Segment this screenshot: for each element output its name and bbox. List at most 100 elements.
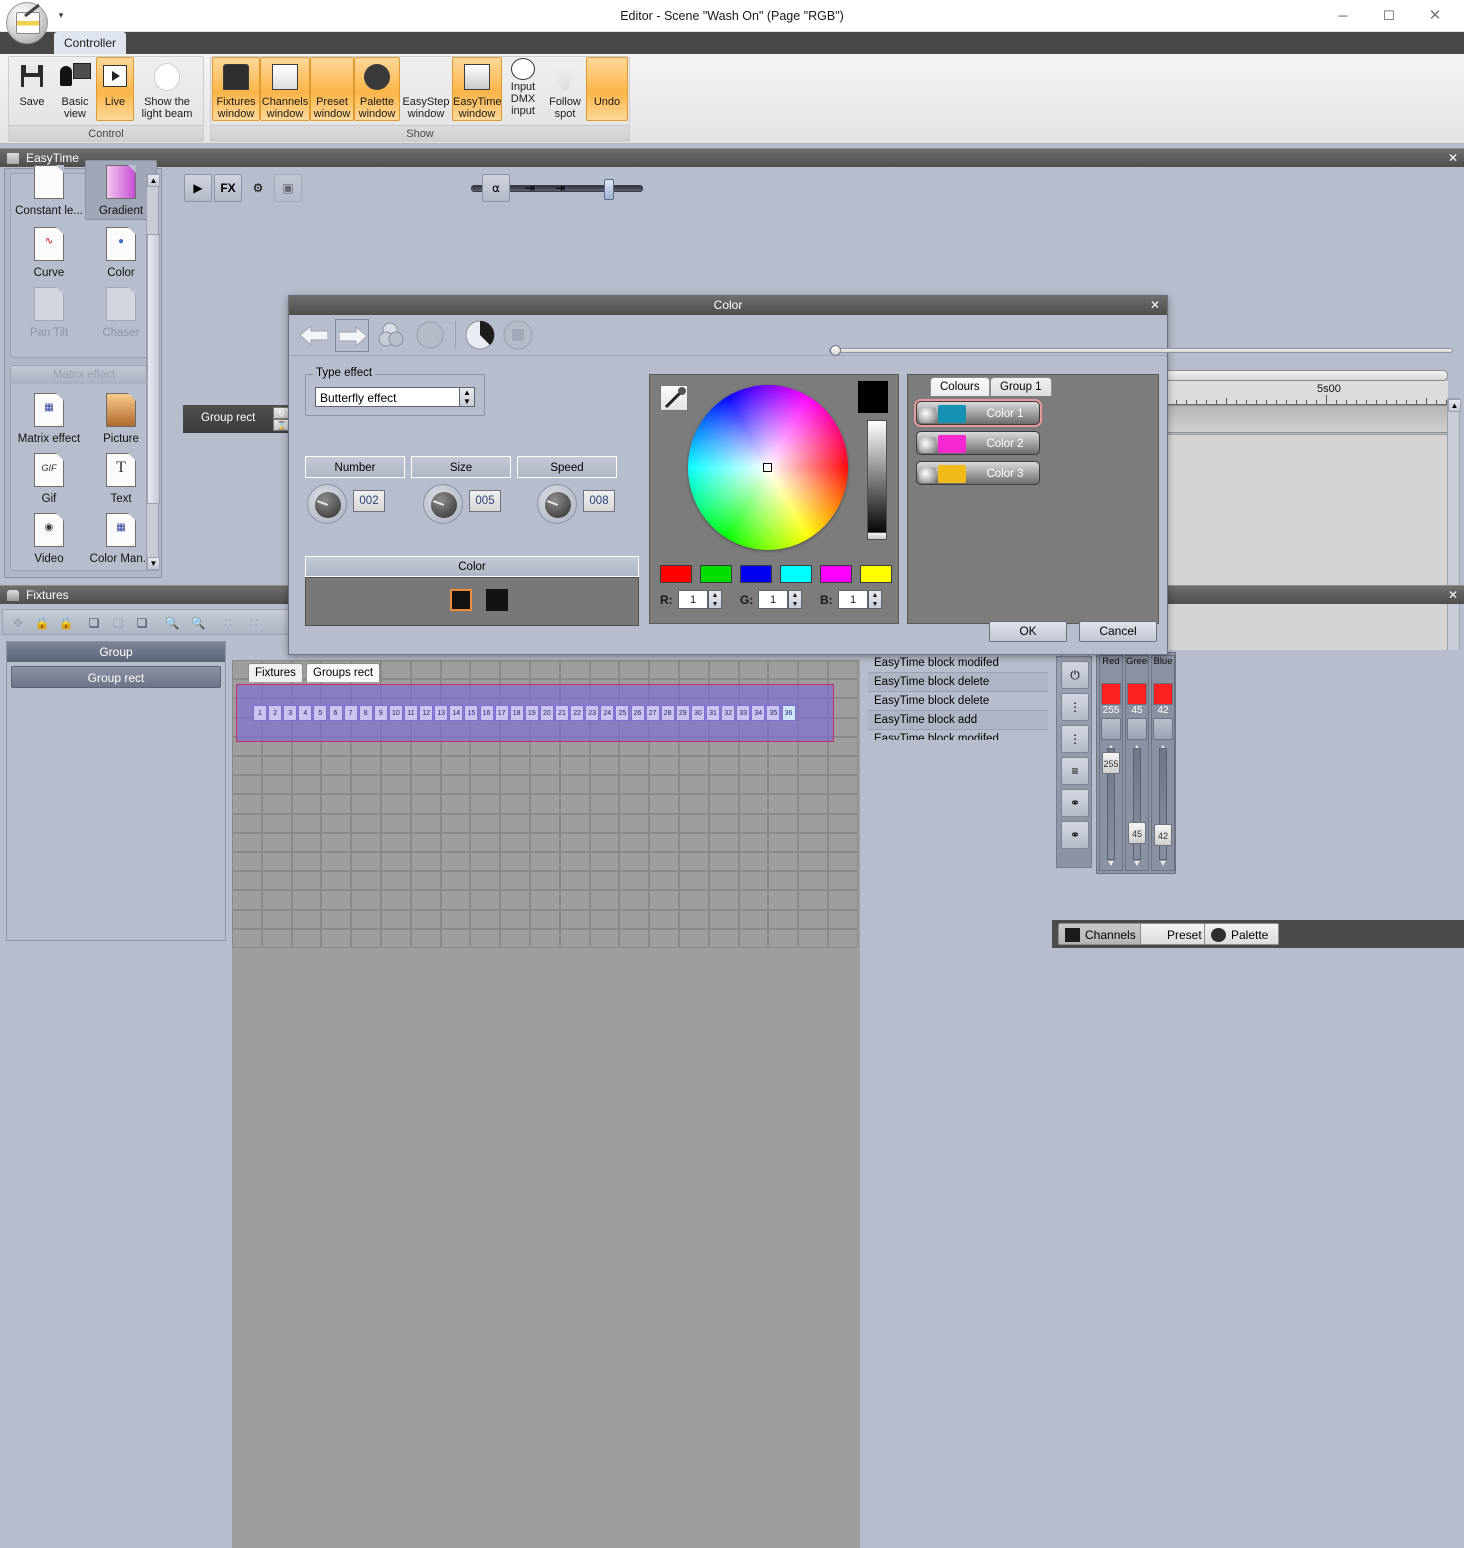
red-stepper[interactable]: ▲ ▼	[708, 590, 722, 609]
stage-grid-cell[interactable]	[261, 871, 292, 891]
stage-grid-cell[interactable]	[232, 852, 262, 872]
stage-grid-cell[interactable]	[828, 794, 858, 814]
color-swatch-1[interactable]	[450, 589, 472, 611]
basic-view-button[interactable]: Basic view	[54, 57, 96, 121]
stage-grid-cell[interactable]	[232, 756, 262, 776]
fixture-cell[interactable]: 4	[298, 705, 313, 721]
stage-grid-cell[interactable]	[410, 794, 441, 814]
new-page-icon[interactable]: ❏	[107, 613, 129, 633]
list-item[interactable]: EasyTime block modifed	[868, 654, 1048, 673]
stage-grid-cell[interactable]	[500, 890, 530, 910]
stage-grid-cell[interactable]	[470, 852, 501, 872]
fixture-cell[interactable]: 26	[630, 705, 645, 721]
stage-grid-cell[interactable]	[798, 660, 828, 680]
stage-grid-cell[interactable]	[768, 928, 799, 948]
stage-grid-cell[interactable]	[619, 909, 650, 929]
stage-grid-cell[interactable]	[798, 794, 828, 814]
fixture-cell[interactable]: 12	[419, 705, 434, 721]
stage-grid-cell[interactable]	[649, 871, 679, 891]
stage-grid-cell[interactable]	[828, 756, 858, 776]
easystep-window-button[interactable]: EasyStep window	[400, 57, 452, 121]
stage-grid-cell[interactable]	[649, 813, 679, 833]
stage-grid-cell[interactable]	[470, 756, 501, 776]
stage-grid-cell[interactable]	[321, 756, 352, 776]
zoom-in-icon[interactable]: 🔍	[187, 613, 209, 633]
stage-grid-cell[interactable]	[410, 813, 441, 833]
fixture-cell[interactable]: 34	[751, 705, 766, 721]
stage-grid-cell[interactable]	[708, 660, 739, 680]
stage-grid-cell[interactable]	[470, 775, 501, 795]
stage-grid-cell[interactable]	[679, 890, 709, 910]
stage-grid-cell[interactable]	[768, 775, 799, 795]
align-right-button[interactable]: ⇥	[546, 174, 574, 202]
fixture-cell[interactable]: 7	[343, 705, 358, 721]
close-button[interactable]: ✕	[1412, 0, 1458, 31]
channel-fader-knob[interactable]: 45	[1128, 822, 1146, 844]
stage-grid-cell[interactable]	[291, 928, 322, 948]
channel-strip-blue[interactable]: Blue 42 ▲ 42 ▼	[1151, 655, 1175, 871]
stage-grid-cell[interactable]	[410, 756, 441, 776]
stage-grid-cell[interactable]	[679, 775, 709, 795]
magnet-snap-button[interactable]: ⍺	[482, 174, 510, 202]
stage-grid-cell[interactable]	[500, 775, 530, 795]
stage-grid-cell[interactable]	[500, 794, 530, 814]
stage-grid-cell[interactable]	[589, 852, 620, 872]
stage-grid-cell[interactable]	[738, 928, 769, 948]
stage-grid-cell[interactable]	[708, 890, 739, 910]
stage-grid-cell[interactable]	[291, 832, 322, 852]
faders-dot-icon[interactable]: ⋮	[1061, 725, 1089, 753]
fixture-cell[interactable]: 35	[766, 705, 781, 721]
stage-grid-cell[interactable]	[708, 775, 739, 795]
value-slider-handle[interactable]	[867, 532, 887, 540]
stage-grid-cell[interactable]	[530, 660, 560, 680]
chevron-updown-icon[interactable]: ▲ ▼	[459, 388, 474, 406]
color-wheel[interactable]	[688, 385, 848, 550]
stage-grid-cell[interactable]	[500, 909, 530, 929]
scroll-up-icon[interactable]: ▲	[147, 174, 160, 187]
fixture-cell[interactable]: 6	[328, 705, 343, 721]
stage-grid-cell[interactable]	[559, 909, 590, 929]
stage-grid-cell[interactable]	[410, 660, 441, 680]
stage-grid-cell[interactable]	[828, 832, 858, 852]
effect-item-video[interactable]: ◉ Video	[13, 508, 85, 568]
blue-stepper[interactable]: ▲ ▼	[868, 590, 882, 609]
stage-grid-cell[interactable]	[619, 890, 650, 910]
fixture-cell[interactable]: 30	[690, 705, 705, 721]
stage-grid-cell[interactable]	[589, 832, 620, 852]
preset-color-cyan[interactable]	[780, 565, 812, 583]
list-item[interactable]: EasyTime block delete	[868, 692, 1048, 711]
param-size-value[interactable]: 005	[469, 490, 501, 512]
stage-grid-cell[interactable]	[798, 813, 828, 833]
fixture-cell[interactable]: 20	[539, 705, 554, 721]
stage-grid-cell[interactable]	[381, 775, 411, 795]
fixture-cell[interactable]: 1	[253, 705, 267, 721]
stage-grid-cell[interactable]	[351, 928, 381, 948]
effect-item-constant-level[interactable]: Constant le...	[13, 160, 85, 220]
stage-grid-cell[interactable]	[410, 890, 441, 910]
fixtures-panel-close-icon[interactable]: ✕	[1448, 586, 1458, 605]
effect-palette-scrollbar[interactable]: ▲ ▼	[146, 173, 160, 571]
list-item[interactable]: EasyTime block delete	[868, 673, 1048, 692]
stage-grid-cell[interactable]	[261, 928, 292, 948]
fixture-cell[interactable]: 13	[434, 705, 449, 721]
stage-grid-cell[interactable]	[798, 775, 828, 795]
stage-grid-cell[interactable]	[351, 852, 381, 872]
stage-grid-cell[interactable]	[679, 871, 709, 891]
lock-ctrl-icon[interactable]: 🔒	[55, 613, 77, 633]
fixture-cell[interactable]: 14	[449, 705, 464, 721]
fixture-cell[interactable]: 17	[494, 705, 509, 721]
fixture-cell[interactable]: 22	[570, 705, 585, 721]
circle-button[interactable]	[413, 319, 447, 352]
stage-grid-cell[interactable]	[500, 756, 530, 776]
fixture-cell[interactable]: 2	[268, 705, 283, 721]
stage-grid-cell[interactable]	[351, 775, 381, 795]
tab-groups-rect[interactable]: Groups rect	[306, 663, 381, 682]
fixture-cell[interactable]: 32	[721, 705, 736, 721]
stage-grid-cell[interactable]	[500, 832, 530, 852]
maximize-button[interactable]: ☐	[1366, 0, 1412, 31]
chevron-down-icon[interactable]: ▼	[1126, 858, 1148, 868]
lock-icon[interactable]: 🔒	[31, 613, 53, 633]
param-number-knob[interactable]	[307, 484, 347, 524]
stage-grid-cell[interactable]	[500, 660, 530, 680]
stage-grid-cell[interactable]	[738, 832, 769, 852]
